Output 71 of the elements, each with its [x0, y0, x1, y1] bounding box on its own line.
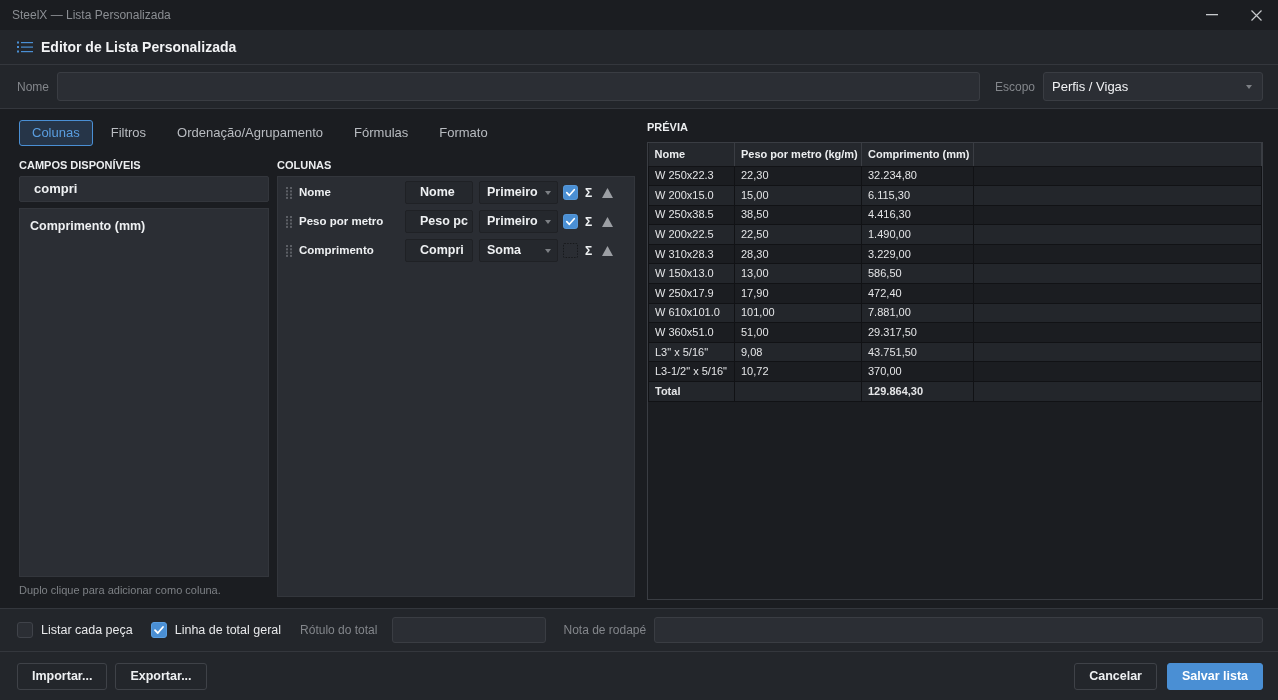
table-cell: W 250x17.9 — [648, 283, 735, 304]
table-cell: W 360x51.0 — [648, 322, 735, 343]
checkbox[interactable] — [150, 622, 167, 638]
section-heading: PRÉVIA — [647, 120, 689, 134]
tab[interactable]: Filtros — [97, 120, 160, 146]
column-header[interactable]: Comprimento (mm) — [861, 143, 974, 166]
checkbox[interactable] — [563, 185, 578, 200]
header-input-field[interactable]: Compri — [405, 239, 473, 262]
table-cell: W 200x15.0 — [648, 185, 735, 206]
caret-icon — [545, 190, 551, 195]
sum-symbol: Σ — [585, 213, 593, 231]
button[interactable]: Importar... — [17, 662, 108, 690]
cancel-button[interactable]: Cancelar — [1074, 662, 1157, 690]
table-cell: W 310x28.3 — [648, 244, 735, 264]
column-name: Nome — [299, 184, 332, 200]
up-triangle-icon[interactable] — [602, 187, 614, 198]
list-icon — [17, 41, 33, 53]
aggregate-dropdown[interactable]: Primeiro — [479, 210, 558, 233]
header-input-field[interactable]: Peso pc — [405, 210, 473, 233]
up-triangle-icon[interactable] — [602, 245, 614, 256]
field-label: Nome — [17, 78, 49, 96]
caret-icon — [1246, 84, 1252, 89]
caret-icon — [545, 219, 551, 224]
table-cell: L3" x 5/16" — [648, 342, 735, 362]
text-input-field[interactable] — [654, 617, 1263, 643]
drag-handle-icon[interactable] — [286, 215, 292, 228]
button[interactable]: Exportar... — [115, 662, 207, 690]
field-label: Nota de rodapé — [563, 622, 647, 639]
window-title: SteelX — Lista Personalizada — [12, 7, 171, 24]
list-item[interactable]: Comprimento (mm) — [20, 217, 268, 235]
aggregate-dropdown[interactable]: Soma — [479, 239, 558, 262]
field-label: Escopo — [994, 78, 1035, 96]
table-cell: W 200x22.5 — [648, 224, 735, 245]
sum-symbol: Σ — [585, 242, 593, 260]
table-cell: W 610x101.0 — [648, 303, 735, 323]
checkbox[interactable] — [17, 622, 33, 638]
checkbox[interactable] — [563, 243, 578, 258]
dialog-title: Editor de Lista Personalizada — [41, 37, 237, 57]
name-input-field[interactable] — [57, 72, 980, 101]
table-cell: W 150x13.0 — [648, 263, 735, 284]
table-cell: W 250x38.5 — [648, 205, 735, 225]
checkbox-label: Listar cada peça — [41, 621, 133, 639]
tab[interactable]: Colunas — [19, 120, 93, 146]
checkbox[interactable] — [563, 214, 578, 229]
minimize-icon — [1206, 14, 1218, 16]
tab[interactable]: Formato — [426, 120, 501, 146]
header-input-field[interactable]: Nome — [405, 181, 473, 204]
text-input-field[interactable] — [392, 617, 547, 643]
aggregate-dropdown[interactable]: Primeiro — [479, 181, 558, 204]
column-header[interactable]: Peso por metro (kg/m) — [734, 143, 862, 166]
section-heading: CAMPOS DISPONÍVEIS — [19, 158, 142, 172]
tab[interactable]: Ordenação/Agrupamento — [164, 120, 337, 146]
section-heading: COLUNAS — [277, 158, 333, 172]
field-label: Rótulo do total — [300, 622, 378, 639]
sum-symbol: Σ — [585, 184, 593, 202]
up-triangle-icon[interactable] — [602, 216, 614, 227]
column-name: Comprimento — [299, 242, 375, 258]
tab[interactable]: Fórmulas — [341, 120, 422, 146]
column-name: Peso por metro — [299, 213, 385, 229]
column-header[interactable]: Nome — [648, 143, 735, 166]
drag-handle-icon[interactable] — [286, 186, 292, 199]
search-field[interactable]: compri — [19, 176, 269, 202]
caret-icon — [545, 248, 551, 253]
scope-dropdown[interactable]: Perfis / Vigas — [1043, 72, 1263, 101]
total-cell: Total — [648, 381, 735, 402]
checkbox-label: Linha de total geral — [174, 621, 282, 639]
table-cell: L3-1/2" x 5/16" — [648, 361, 735, 382]
hint-text: Duplo clique para adicionar como coluna. — [19, 583, 222, 597]
drag-handle-icon[interactable] — [286, 244, 292, 257]
table-cell: W 250x22.3 — [648, 166, 735, 186]
close-icon — [1250, 9, 1262, 21]
